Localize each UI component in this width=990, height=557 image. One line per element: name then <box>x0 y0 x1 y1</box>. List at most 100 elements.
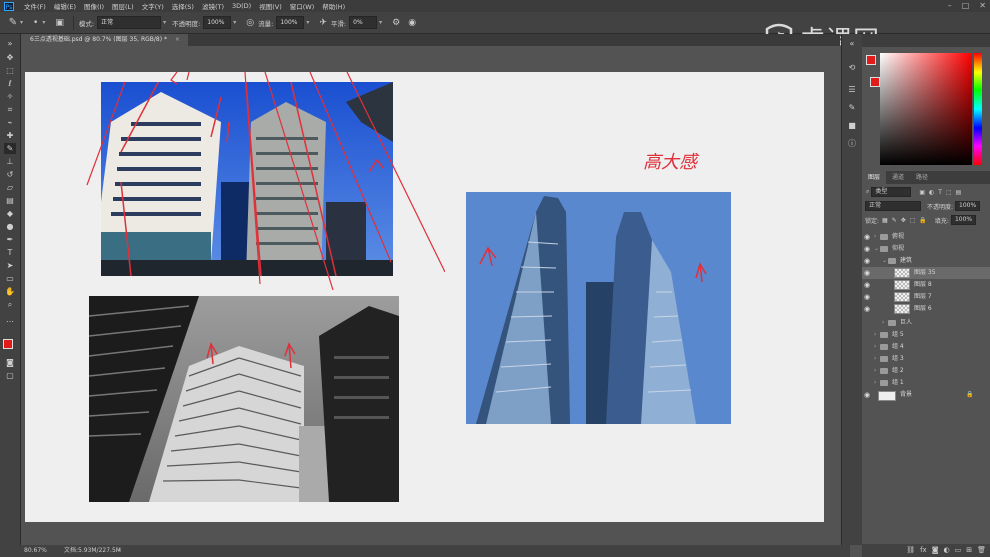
color-panel-bg-swatch[interactable] <box>870 77 880 87</box>
zoom-level[interactable]: 80.67% <box>24 545 47 557</box>
new-group-icon[interactable]: ▭ <box>955 544 962 557</box>
tab-channels[interactable]: 通道 <box>886 171 910 184</box>
quick-select-tool-icon[interactable]: ✧ <box>4 91 16 102</box>
tab-layers[interactable]: 图层 <box>862 171 887 184</box>
layer-opacity-input[interactable]: 100% <box>955 201 981 211</box>
brush-picker-chevron-icon[interactable]: ▾ <box>42 19 45 26</box>
dodge-tool-icon[interactable]: ● <box>4 221 16 232</box>
menu-type[interactable]: 文字(Y) <box>138 1 168 11</box>
chevron-right-icon[interactable]: › <box>874 377 876 389</box>
info-panel-icon[interactable]: ⓘ <box>846 138 858 149</box>
brush-tool-icon[interactable]: ✎ <box>4 143 16 154</box>
lock-icons[interactable]: ▦✎✥⬚🔒 <box>882 217 931 224</box>
chevron-right-icon[interactable]: › <box>874 353 876 365</box>
history-brush-tool-icon[interactable]: ↺ <box>4 169 16 180</box>
color-field[interactable] <box>880 53 972 165</box>
artboard[interactable]: 高大感 <box>25 72 824 522</box>
mode-select[interactable]: 正常 <box>97 16 162 29</box>
layer-row[interactable]: › 组 3 <box>862 353 990 365</box>
hand-tool-icon[interactable]: ✋ <box>4 286 16 297</box>
more-tools-icon[interactable]: … <box>4 314 16 325</box>
mode-chevron-down-icon[interactable]: ▾ <box>163 19 166 26</box>
hue-slider[interactable] <box>974 53 982 165</box>
chevron-right-icon[interactable]: › <box>874 231 876 243</box>
eyedropper-tool-icon[interactable]: ⌁ <box>4 117 16 128</box>
chevron-down-icon[interactable]: ⌄ <box>882 255 887 267</box>
properties-panel-icon[interactable]: ☰ <box>846 84 858 95</box>
brush-tool-icon[interactable]: ✎ <box>6 16 20 30</box>
layer-filter-select[interactable]: 类型 <box>871 187 912 197</box>
quick-mask-icon[interactable]: ◙ <box>4 357 16 368</box>
lasso-tool-icon[interactable]: ℓ <box>4 78 16 89</box>
airbrush-icon[interactable]: ✈ <box>319 18 327 28</box>
move-tool-icon[interactable]: ✥ <box>4 52 16 63</box>
tool-preset-dropdown[interactable]: ▾ <box>20 19 23 26</box>
layer-row[interactable]: ◉ › 俯视 <box>862 231 990 243</box>
menu-3d[interactable]: 3D(D) <box>228 2 255 10</box>
visibility-eye-icon[interactable]: ◉ <box>864 267 870 279</box>
flow-chevron-down-icon[interactable]: ▾ <box>306 19 309 26</box>
gradient-tool-icon[interactable]: ▤ <box>4 195 16 206</box>
brush-panel-toggle-icon[interactable]: ▣ <box>55 18 64 28</box>
new-layer-icon[interactable]: ⊞ <box>966 544 972 557</box>
expand-arrows-icon[interactable]: « <box>846 38 858 49</box>
menu-layer[interactable]: 图层(L) <box>108 1 138 11</box>
smoothing-chevron-down-icon[interactable]: ▾ <box>379 19 382 26</box>
fx-icon[interactable]: fx <box>920 544 927 557</box>
layer-row[interactable]: ◉ 图层 6 <box>862 303 990 315</box>
menu-select[interactable]: 选择(S) <box>168 1 198 11</box>
blend-mode-select[interactable]: 正常 <box>865 201 921 211</box>
visibility-eye-icon[interactable]: ◉ <box>864 303 870 315</box>
menu-window[interactable]: 窗口(W) <box>286 1 319 11</box>
close-tab-icon[interactable]: × <box>175 36 180 43</box>
link-icon[interactable]: ⛓ <box>906 544 915 557</box>
document-tab[interactable]: 6三点透视基础.psd @ 80.7% (图层 35, RGB/8) * × <box>22 34 188 46</box>
eraser-tool-icon[interactable]: ▱ <box>4 182 16 193</box>
minimize-button[interactable]: – <box>948 0 952 12</box>
visibility-eye-icon[interactable]: ◉ <box>864 243 870 255</box>
layer-row[interactable]: ◉ 背景 🔒 <box>862 389 990 401</box>
visibility-eye-icon[interactable]: ◉ <box>864 291 870 303</box>
history-panel-icon[interactable]: ⟲ <box>846 62 858 73</box>
pen-tool-icon[interactable]: ✒ <box>4 234 16 245</box>
layer-row[interactable]: ◉ 图层 7 <box>862 291 990 303</box>
foreground-color-swatch[interactable] <box>3 339 13 349</box>
layer-row[interactable]: ◉ 图层 8 <box>862 279 990 291</box>
visibility-eye-icon[interactable]: ◉ <box>864 231 870 243</box>
smoothing-input[interactable]: 0% <box>349 16 378 29</box>
menu-filter[interactable]: 滤镜(T) <box>198 1 228 11</box>
flow-input[interactable]: 100% <box>276 16 305 29</box>
crop-tool-icon[interactable]: ⌗ <box>4 104 16 115</box>
chevron-right-icon[interactable]: › <box>874 365 876 377</box>
layer-filter-icons[interactable]: ▣◐T⬚▤ <box>919 189 965 196</box>
screen-mode-icon[interactable]: ▢ <box>4 370 16 381</box>
menu-help[interactable]: 帮助(H) <box>318 1 349 11</box>
chevron-right-icon[interactable]: › <box>874 329 876 341</box>
brush-settings-icon[interactable]: ✎ <box>846 102 858 113</box>
tab-paths[interactable]: 路径 <box>910 171 934 184</box>
trash-icon[interactable]: 🗑 <box>977 544 986 557</box>
layer-row[interactable]: › 组 4 <box>862 341 990 353</box>
healing-brush-tool-icon[interactable]: ✚ <box>4 130 16 141</box>
fill-input[interactable]: 100% <box>950 215 977 225</box>
status-arrow-icon[interactable]: › <box>118 545 120 557</box>
zoom-tool-icon[interactable]: ⌕ <box>4 299 16 310</box>
menu-view[interactable]: 视图(V) <box>255 1 286 11</box>
collapse-arrows-icon[interactable]: » <box>4 38 16 49</box>
swatch-preview-icon[interactable]: ■ <box>846 120 858 131</box>
opacity-chevron-down-icon[interactable]: ▾ <box>233 19 236 26</box>
layer-row[interactable]: › 巨人 <box>862 317 990 329</box>
color-panel-fg-swatch[interactable] <box>866 55 876 65</box>
close-button[interactable]: ✕ <box>979 0 986 12</box>
mask-icon[interactable]: ◙ <box>932 544 939 557</box>
layer-row[interactable]: ◉ ⌄ 仰视 <box>862 243 990 255</box>
menu-file[interactable]: 文件(F) <box>20 1 50 11</box>
pressure-size-icon[interactable]: ◉ <box>408 18 416 28</box>
rectangle-tool-icon[interactable]: ▭ <box>4 273 16 284</box>
menu-image[interactable]: 图像(I) <box>80 1 108 11</box>
menu-edit[interactable]: 编辑(E) <box>50 1 80 11</box>
type-tool-icon[interactable]: T <box>4 247 16 258</box>
path-select-tool-icon[interactable]: ➤ <box>4 260 16 271</box>
blur-tool-icon[interactable]: ◆ <box>4 208 16 219</box>
layer-row-selected[interactable]: ◉ 图层 35 <box>862 267 990 279</box>
